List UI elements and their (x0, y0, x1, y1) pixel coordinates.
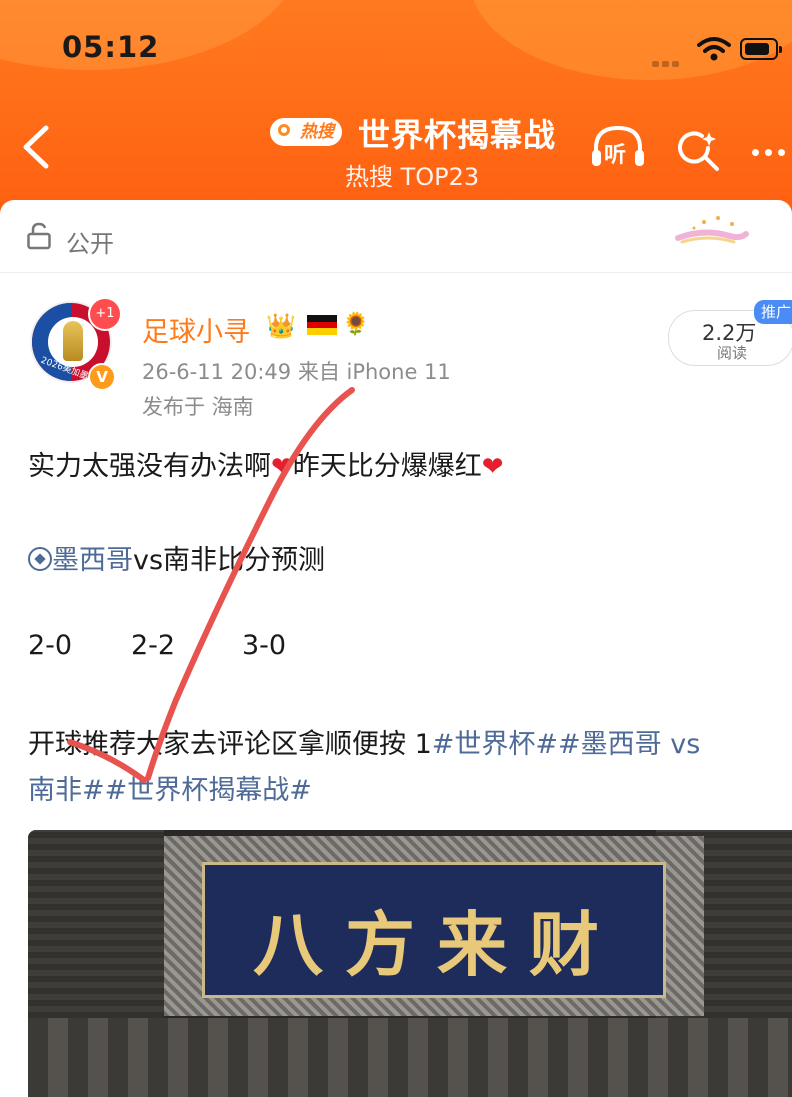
search-mini-icon (278, 124, 290, 136)
author-name[interactable]: 足球小寻 (142, 310, 250, 349)
post-text: 昨天比分爆爆红 (292, 451, 482, 482)
flag-germany-icon (307, 315, 337, 335)
post-location: 发布于 海南 (142, 395, 254, 419)
back-icon[interactable] (18, 122, 54, 172)
page-subtitle: 热搜 TOP23 (345, 163, 480, 191)
soccer-ball-icon (28, 547, 52, 571)
signal-icon (652, 52, 692, 67)
plaque-board: 八方来财 (202, 862, 666, 998)
promo-badge: 推广 (754, 300, 792, 324)
heart-icon: ❤ (481, 452, 504, 482)
post-meta: 26-6-11 20:49 来自 iPhone 11 (142, 360, 451, 384)
score-prediction: 2-2 (131, 630, 176, 661)
hashtag-mexico-vs-south-africa[interactable]: #墨西哥 vs (558, 729, 700, 760)
post-text: vs南非比分预测 (133, 545, 326, 576)
post-card: 公开 2026美加墨 +1 V 足球小寻 👑 🌻 26-6-11 20:49 来… (0, 200, 792, 1097)
more-icon[interactable] (752, 148, 791, 159)
hashtag-world-cup[interactable]: #世界杯# (432, 729, 558, 760)
status-time: 05:12 (62, 30, 160, 64)
wifi-icon (697, 37, 731, 61)
verified-badge: V (88, 363, 116, 391)
hashtag-mexico-vs-south-africa[interactable]: 南非# (28, 775, 105, 806)
heart-icon: ❤ (271, 452, 293, 482)
battery-icon (740, 38, 782, 60)
hashtag-world-cup-opener[interactable]: #世界杯揭幕战# (105, 775, 312, 806)
avatar-plus-badge: +1 (88, 297, 122, 331)
search-icon[interactable] (676, 128, 720, 172)
team-link-mexico[interactable]: 墨西哥 (52, 545, 133, 576)
post-image[interactable]: 八方来财 (28, 830, 792, 1097)
plaque-text: 八方来财 (253, 903, 621, 986)
post-text-line-5: 南非##世界杯揭幕战# (28, 768, 312, 807)
crown-icon: 👑 (266, 312, 296, 340)
visibility-label: 公开 (66, 230, 114, 258)
score-prediction: 2-0 (28, 630, 73, 661)
sunflower-icon: 🌻 (342, 312, 370, 337)
listen-label: 听 (604, 143, 627, 168)
post-text: 开球推荐大家去评论区拿顺便按 1 (28, 729, 432, 760)
roof-eave (28, 1018, 792, 1097)
post-text-line-1: 实力太强没有办法啊❤昨天比分爆爆红❤ (28, 444, 504, 483)
post-text-line-2: 墨西哥vs南非比分预测 (28, 538, 325, 577)
lock-icon (27, 222, 51, 250)
score-prediction: 3-0 (242, 630, 287, 661)
sparkle-decoration-icon (675, 216, 749, 244)
visibility-row: 公开 (0, 200, 792, 273)
page-title: 世界杯揭幕战 (358, 116, 557, 154)
read-label: 阅读 (717, 344, 748, 362)
post-text-line-4: 开球推荐大家去评论区拿顺便按 1#世界杯##墨西哥 vs (28, 722, 700, 761)
top-header: 05:12 热搜 世界杯揭幕战 热搜 TOP23 听 (0, 0, 792, 215)
hot-search-badge-label: 热搜 (300, 122, 334, 142)
trophy-icon (63, 321, 83, 361)
hot-search-badge: 热搜 (270, 118, 342, 146)
post-text: 实力太强没有办法啊 (28, 451, 271, 482)
